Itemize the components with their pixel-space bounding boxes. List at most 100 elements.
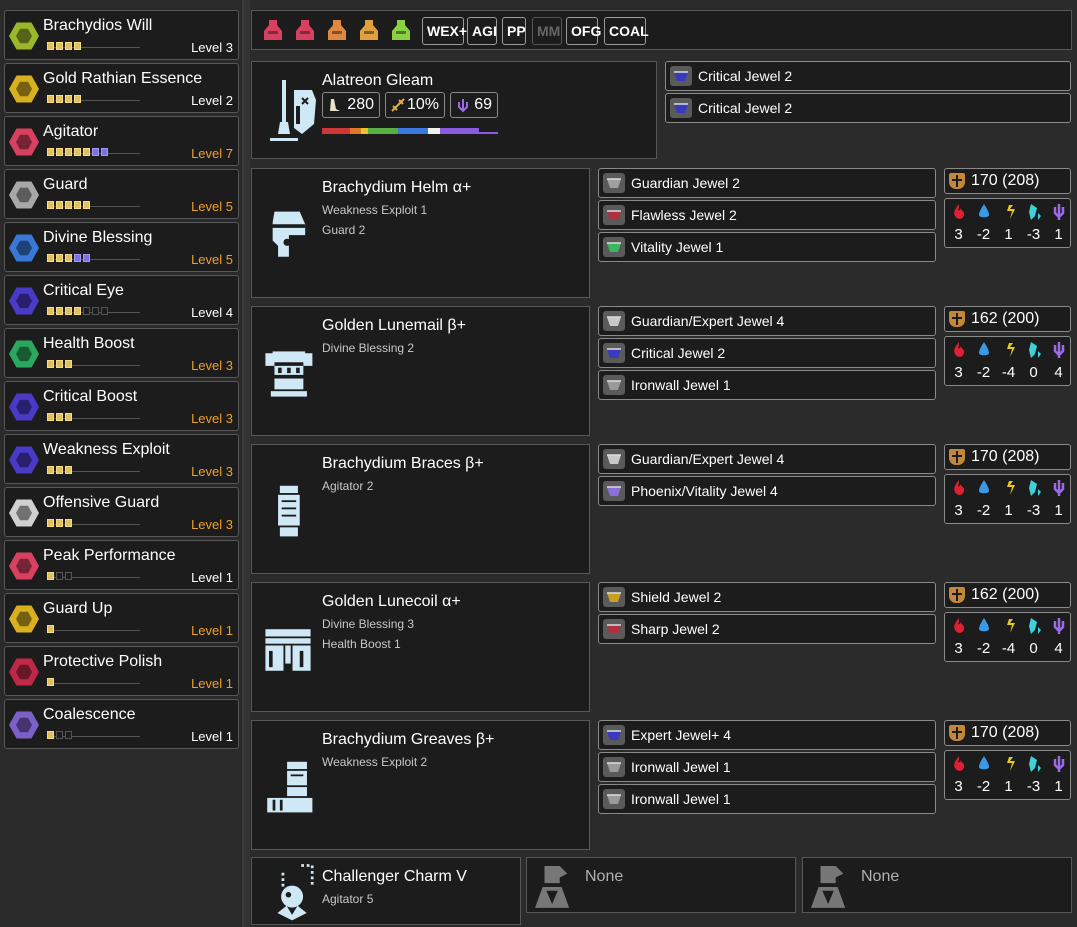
decoration-slot[interactable]: Phoenix/Vitality Jewel 4 xyxy=(598,476,936,506)
demondrug-icon[interactable] xyxy=(292,17,318,43)
tool-slot-1[interactable]: None xyxy=(526,857,796,913)
level-pip xyxy=(83,201,90,209)
toggle-ofg[interactable]: OFG xyxy=(566,17,601,45)
decoration-slot[interactable]: Ironwall Jewel 1 xyxy=(598,752,936,782)
skill-level: Level 1 xyxy=(191,729,233,744)
toggle-agi[interactable]: AGI xyxy=(467,17,497,45)
skill-row[interactable]: Critical Eye Level 4 xyxy=(4,275,239,325)
legs-armor-icon xyxy=(260,755,316,826)
defense-icon xyxy=(949,725,965,741)
decoration-slot[interactable]: Sharp Jewel 2 xyxy=(598,614,936,644)
skill-row[interactable]: Health Boost Level 3 xyxy=(4,328,239,378)
decoration-slot[interactable]: Guardian/Expert Jewel 4 xyxy=(598,306,936,336)
level-pip xyxy=(47,307,54,315)
skill-name: Critical Boost xyxy=(43,388,138,405)
armor-panel-helm[interactable]: Brachydium Helm α+ Weakness Exploit 1 Guar… xyxy=(251,168,590,298)
decoration-slot[interactable]: Ironwall Jewel 1 xyxy=(598,370,936,400)
skill-row[interactable]: Weakness Exploit Level 3 xyxy=(4,434,239,484)
level-pip xyxy=(47,731,54,739)
defense-stat: 162 (200) xyxy=(944,306,1071,332)
skill-level-track xyxy=(47,630,140,631)
resistance-cell: -2 xyxy=(971,337,996,385)
armor-panel-legs[interactable]: Brachydium Greaves β+ Weakness Exploit 2 xyxy=(251,720,590,850)
decoration-slot[interactable]: Expert Jewel+ 4 xyxy=(598,720,936,750)
skill-row[interactable]: Agitator Level 7 xyxy=(4,116,239,166)
decoration-slot[interactable]: Critical Jewel 2 xyxy=(598,338,936,368)
skill-name: Health Boost xyxy=(43,335,135,352)
skill-row[interactable]: Guard Up Level 1 xyxy=(4,593,239,643)
charm-skill: Agitator 5 xyxy=(322,892,374,906)
resistance-cell: -2 xyxy=(971,613,996,661)
level-pip xyxy=(56,201,63,209)
toggle-mm[interactable]: MM xyxy=(532,17,562,45)
resistance-cell: 3 xyxy=(946,475,971,523)
charm-panel[interactable]: Challenger Charm V Agitator 5 xyxy=(251,857,521,925)
skill-gem-icon xyxy=(9,499,39,527)
skill-level-track xyxy=(47,683,140,684)
decoration-slot[interactable]: Guardian/Expert Jewel 4 xyxy=(598,444,936,474)
level-pip xyxy=(47,95,54,103)
skill-level-pips xyxy=(47,42,81,50)
water-icon xyxy=(976,617,992,635)
resistance-cell: -3 xyxy=(1021,751,1046,799)
toggle-wex-plus[interactable]: WEX+ xyxy=(422,17,467,45)
decoration-slot[interactable]: Ironwall Jewel 1 xyxy=(598,784,936,814)
skill-row[interactable]: Guard Level 5 xyxy=(4,169,239,219)
armor-skill: Weakness Exploit 1 xyxy=(322,203,428,217)
level-pip xyxy=(56,466,63,474)
sharpness-segment xyxy=(368,128,398,134)
level-pip xyxy=(65,360,72,368)
level-pip xyxy=(47,254,54,262)
level-pip xyxy=(56,731,63,739)
decoration-slot[interactable]: Flawless Jewel 2 xyxy=(598,200,936,230)
dragon-element-icon xyxy=(458,99,468,113)
might-seed-icon[interactable] xyxy=(260,17,286,43)
skill-row[interactable]: Peak Performance Level 1 xyxy=(4,540,239,590)
level-pip xyxy=(47,678,54,686)
decoration-slot[interactable]: Guardian Jewel 2 xyxy=(598,168,936,198)
fire-icon xyxy=(951,479,967,497)
defense-icon xyxy=(949,587,965,603)
tool-slot-2[interactable]: None xyxy=(802,857,1072,913)
decoration-name: Critical Jewel 2 xyxy=(698,100,793,116)
armor-panel-waist[interactable]: Golden Lunecoil α+ Divine Blessing 3 Healt… xyxy=(251,582,590,712)
resistance-cell: 1 xyxy=(1046,751,1071,799)
resistance-cell: 3 xyxy=(946,337,971,385)
longsword-icon xyxy=(270,80,316,141)
mantle-icon xyxy=(535,866,570,908)
weapon-panel[interactable]: Alatreon Gleam 280 10% 69 xyxy=(251,61,657,159)
skill-level: Level 1 xyxy=(191,623,233,638)
toggle-coal[interactable]: COAL xyxy=(604,17,649,45)
sharpness-segment xyxy=(350,128,361,134)
skill-row[interactable]: Divine Blessing Level 5 xyxy=(4,222,239,272)
skill-row[interactable]: Brachydios Will Level 3 xyxy=(4,10,239,60)
skill-row[interactable]: Offensive Guard Level 3 xyxy=(4,487,239,537)
buff-toolbar: WEX+ AGI PP MM OFG COAL xyxy=(251,10,1072,50)
skill-row[interactable]: Critical Boost Level 3 xyxy=(4,381,239,431)
decoration-name: Phoenix/Vitality Jewel 4 xyxy=(631,483,778,499)
skill-level-pips xyxy=(47,413,72,421)
dash-juice-icon[interactable] xyxy=(356,17,382,43)
skill-gem-icon xyxy=(9,446,39,474)
armor-panel-chest[interactable]: Golden Lunemail β+ Divine Blessing 2 xyxy=(251,306,590,436)
level-pip xyxy=(74,254,81,262)
decoration-slot[interactable]: Critical Jewel 2 xyxy=(665,93,1071,123)
decoration-slot[interactable]: Vitality Jewel 1 xyxy=(598,232,936,262)
decoration-slot[interactable]: Critical Jewel 2 xyxy=(665,61,1071,91)
skill-row[interactable]: Gold Rathian Essence Level 2 xyxy=(4,63,239,113)
jewel-icon xyxy=(603,343,625,363)
herbal-powder-icon[interactable] xyxy=(388,17,414,43)
skill-row[interactable]: Protective Polish Level 1 xyxy=(4,646,239,696)
jewel-icon xyxy=(603,237,625,257)
armor-panel-arms[interactable]: Brachydium Braces β+ Agitator 2 xyxy=(251,444,590,574)
toggle-pp[interactable]: PP xyxy=(502,17,526,45)
decoration-name: Guardian/Expert Jewel 4 xyxy=(631,451,785,467)
skill-gem-icon xyxy=(9,75,39,103)
dragon-icon xyxy=(1051,341,1067,359)
armorskin-icon[interactable] xyxy=(324,17,350,43)
decoration-slot[interactable]: Shield Jewel 2 xyxy=(598,582,936,612)
skill-row[interactable]: Coalescence Level 1 xyxy=(4,699,239,749)
mantle-icon xyxy=(811,866,846,908)
resistance-value: -2 xyxy=(976,226,991,243)
level-pip xyxy=(56,254,63,262)
